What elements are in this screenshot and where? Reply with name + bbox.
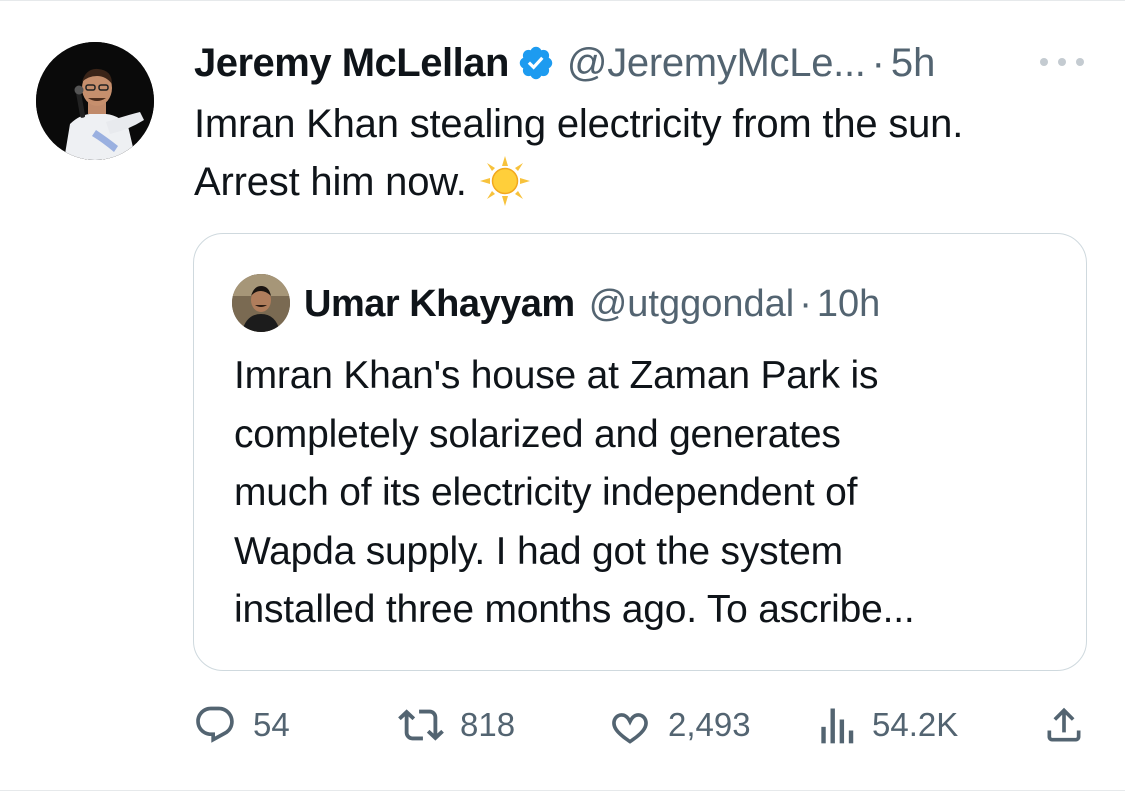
quoted-text-line: much of its electricity independent of — [234, 471, 858, 514]
views-icon — [816, 703, 856, 747]
separator-dot: · — [871, 40, 885, 85]
verified-badge-icon — [517, 44, 555, 82]
separator-dot: · — [799, 282, 812, 325]
views-count: 54.2K — [872, 706, 959, 743]
more-options-icon[interactable] — [1040, 54, 1084, 70]
repost-icon — [398, 702, 444, 748]
quoted-tweet-card[interactable]: Umar Khayyam @utggondal · 10h Imran Khan… — [193, 233, 1087, 671]
repost-button[interactable]: 818 — [398, 695, 515, 755]
tweet-action-bar: 54 818 2,493 54.2K — [0, 695, 1125, 755]
quoted-text-line: Imran Khan's house at Zaman Park is — [234, 354, 879, 397]
bottom-divider — [0, 790, 1125, 791]
tweet-text-line: Imran Khan stealing electricity from the… — [194, 102, 964, 146]
tweet-text-line: Arrest him now. — [194, 160, 467, 204]
reply-count: 54 — [253, 706, 290, 743]
author-avatar[interactable] — [36, 42, 154, 160]
quoted-text-line: installed three months ago. To ascribe..… — [234, 588, 915, 631]
reply-button[interactable]: 54 — [193, 695, 290, 755]
quoted-author-avatar[interactable] — [232, 274, 290, 332]
share-icon — [1042, 703, 1086, 747]
tweet-timestamp[interactable]: 5h — [891, 41, 936, 86]
tweet-text: Imran Khan stealing electricity from the… — [194, 95, 1094, 211]
sun-emoji-icon — [479, 155, 531, 207]
quoted-text-line: Wapda supply. I had got the system — [234, 529, 843, 573]
quoted-author-name[interactable]: Umar Khayyam — [304, 283, 575, 326]
quoted-tweet-timestamp[interactable]: 10h — [817, 283, 880, 326]
quoted-text-line: completely solarized and generates — [234, 412, 841, 456]
views-button[interactable]: 54.2K — [816, 695, 958, 755]
share-button[interactable] — [1042, 695, 1086, 755]
like-icon — [608, 703, 652, 747]
repost-count: 818 — [460, 706, 516, 743]
quoted-tweet-header: Umar Khayyam @utggondal · 10h — [304, 276, 880, 332]
like-count: 2,493 — [668, 706, 751, 743]
quoted-author-handle[interactable]: @utggondal — [589, 283, 795, 326]
author-handle[interactable]: @JeremyMcLe... — [567, 41, 866, 86]
like-button[interactable]: 2,493 — [608, 695, 751, 755]
tweet-header: Jeremy McLellan @JeremyMcLe... · 5h — [194, 36, 1085, 90]
author-name[interactable]: Jeremy McLellan — [194, 41, 509, 86]
tweet-text-line-with-emoji: Arrest him now. — [194, 153, 1094, 211]
top-divider — [0, 0, 1125, 1]
reply-icon — [193, 703, 237, 747]
quoted-tweet-text: Imran Khan's house at Zaman Park is comp… — [234, 347, 1064, 640]
